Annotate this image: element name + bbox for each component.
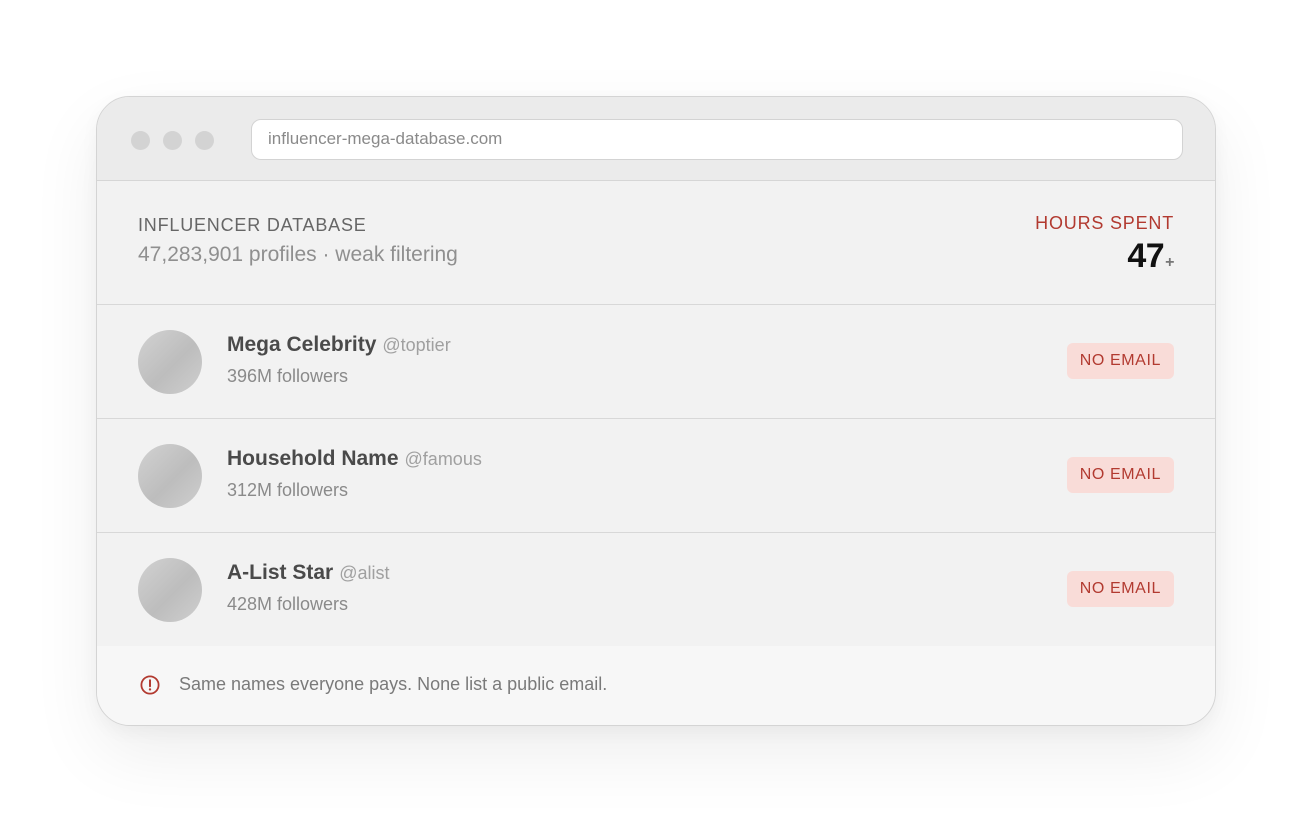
browser-window: influencer-mega-database.com INFLUENCER … — [96, 96, 1216, 726]
profile-handle: @toptier — [382, 335, 451, 355]
status-badge: NO EMAIL — [1066, 343, 1174, 379]
hours-spent-value: 47+ — [1127, 237, 1174, 276]
profile-name: Household Name — [227, 447, 399, 470]
hours-spent-number: 47 — [1127, 237, 1165, 275]
list-item[interactable]: Household Name @famous 312M followers NO … — [97, 419, 1215, 533]
status-badge: NO EMAIL — [1066, 571, 1174, 607]
follower-count: 312M followers — [227, 480, 349, 500]
address-bar[interactable]: influencer-mega-database.com — [251, 119, 1183, 160]
window-control-dot[interactable] — [163, 131, 182, 150]
follower-count: 396M followers — [227, 366, 349, 386]
follower-count: 428M followers — [227, 594, 349, 614]
window-control-dot[interactable] — [131, 131, 150, 150]
browser-titlebar: influencer-mega-database.com — [97, 97, 1215, 181]
list-item[interactable]: Mega Celebrity @toptier 396M followers NO… — [97, 305, 1215, 419]
profile-name-line: Household Name @famous — [227, 447, 482, 471]
profile-name: A-List Star — [227, 561, 334, 584]
profile-count-subtitle: 47,283,901 profiles · weak filtering — [138, 243, 458, 266]
profile-name: Mega Celebrity — [227, 333, 377, 356]
page-title: INFLUENCER DATABASE — [138, 215, 367, 235]
profile-name-line: A-List Star @alist — [227, 561, 389, 585]
stage: influencer-mega-database.com INFLUENCER … — [0, 0, 1312, 822]
profile-handle: @alist — [339, 563, 390, 583]
footer-notice: Same names everyone pays. None list a pu… — [97, 646, 1215, 725]
profile-handle: @famous — [404, 449, 482, 469]
status-badge: NO EMAIL — [1066, 457, 1174, 493]
avatar — [138, 558, 202, 622]
database-header: INFLUENCER DATABASE 47,283,901 profiles … — [97, 181, 1215, 305]
footer-message: Same names everyone pays. None list a pu… — [179, 674, 608, 694]
list-item[interactable]: A-List Star @alist 428M followers NO EMAI… — [97, 533, 1215, 646]
warning-icon — [140, 675, 160, 695]
profile-name-line: Mega Celebrity @toptier — [227, 333, 451, 357]
avatar — [138, 330, 202, 394]
hours-spent-suffix: + — [1165, 254, 1174, 271]
window-control-dot[interactable] — [195, 131, 214, 150]
hours-spent-label: HOURS SPENT — [1035, 213, 1174, 233]
avatar — [138, 444, 202, 508]
